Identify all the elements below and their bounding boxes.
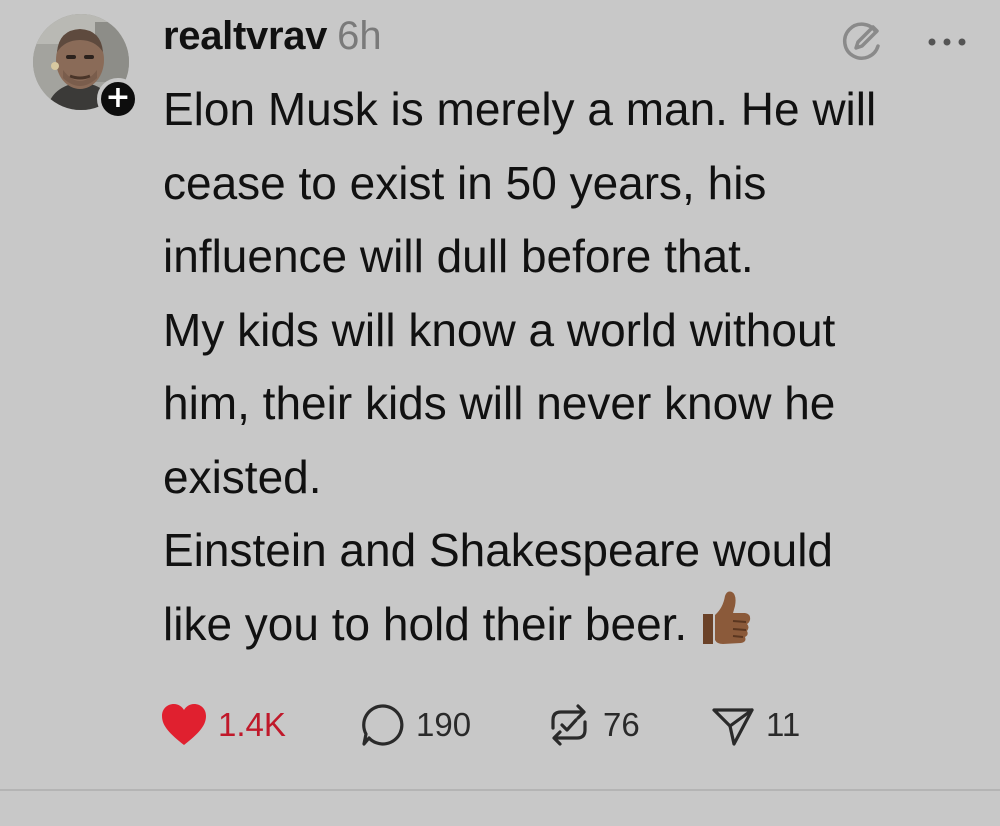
post-divider	[0, 789, 1000, 791]
post-text-line: like you to hold their beer.	[163, 597, 688, 650]
edit-icon[interactable]	[838, 18, 884, 64]
post-text-line: My kids will know a world without	[163, 303, 836, 356]
post-text-line: him, their kids will never know he	[163, 377, 836, 429]
more-options-icon[interactable]	[922, 24, 972, 60]
heart-icon	[162, 704, 206, 745]
repost-button[interactable]: 76	[545, 700, 640, 750]
thread-post: + realtvrav 6h Elon Musk is merely a man…	[0, 0, 1000, 790]
post-header: realtvrav 6h	[163, 14, 382, 68]
share-count: 11	[766, 706, 801, 743]
reply-count: 190	[416, 706, 472, 743]
post-text-line: influence will dull before that.	[163, 230, 754, 282]
post-body: Elon Musk is merely a man. He will cease…	[163, 73, 993, 661]
post-text-line: Elon Musk is merely a man. He will	[163, 83, 877, 135]
share-button[interactable]: 11	[710, 700, 800, 750]
reply-button[interactable]: 190	[360, 700, 471, 750]
username[interactable]: realtvrav	[163, 14, 327, 59]
repost-count: 76	[603, 706, 640, 743]
comment-icon	[362, 704, 404, 746]
like-button[interactable]: 1.4K	[160, 700, 286, 750]
post-text-line: existed.	[163, 450, 322, 503]
post-text-line: Einstein and Shakespeare would	[163, 524, 834, 576]
repost-icon	[551, 704, 587, 746]
share-icon	[712, 708, 754, 746]
like-count: 1.4K	[218, 706, 286, 743]
avatar-container[interactable]: +	[33, 14, 139, 120]
post-text-line: cease to exist in 50 years, his	[163, 156, 767, 209]
timestamp: 6h	[337, 14, 382, 58]
follow-button[interactable]: +	[97, 78, 139, 120]
post-text-last-line: like you to hold their beer.	[163, 588, 993, 662]
thumbs-up-emoji-icon	[703, 591, 751, 644]
